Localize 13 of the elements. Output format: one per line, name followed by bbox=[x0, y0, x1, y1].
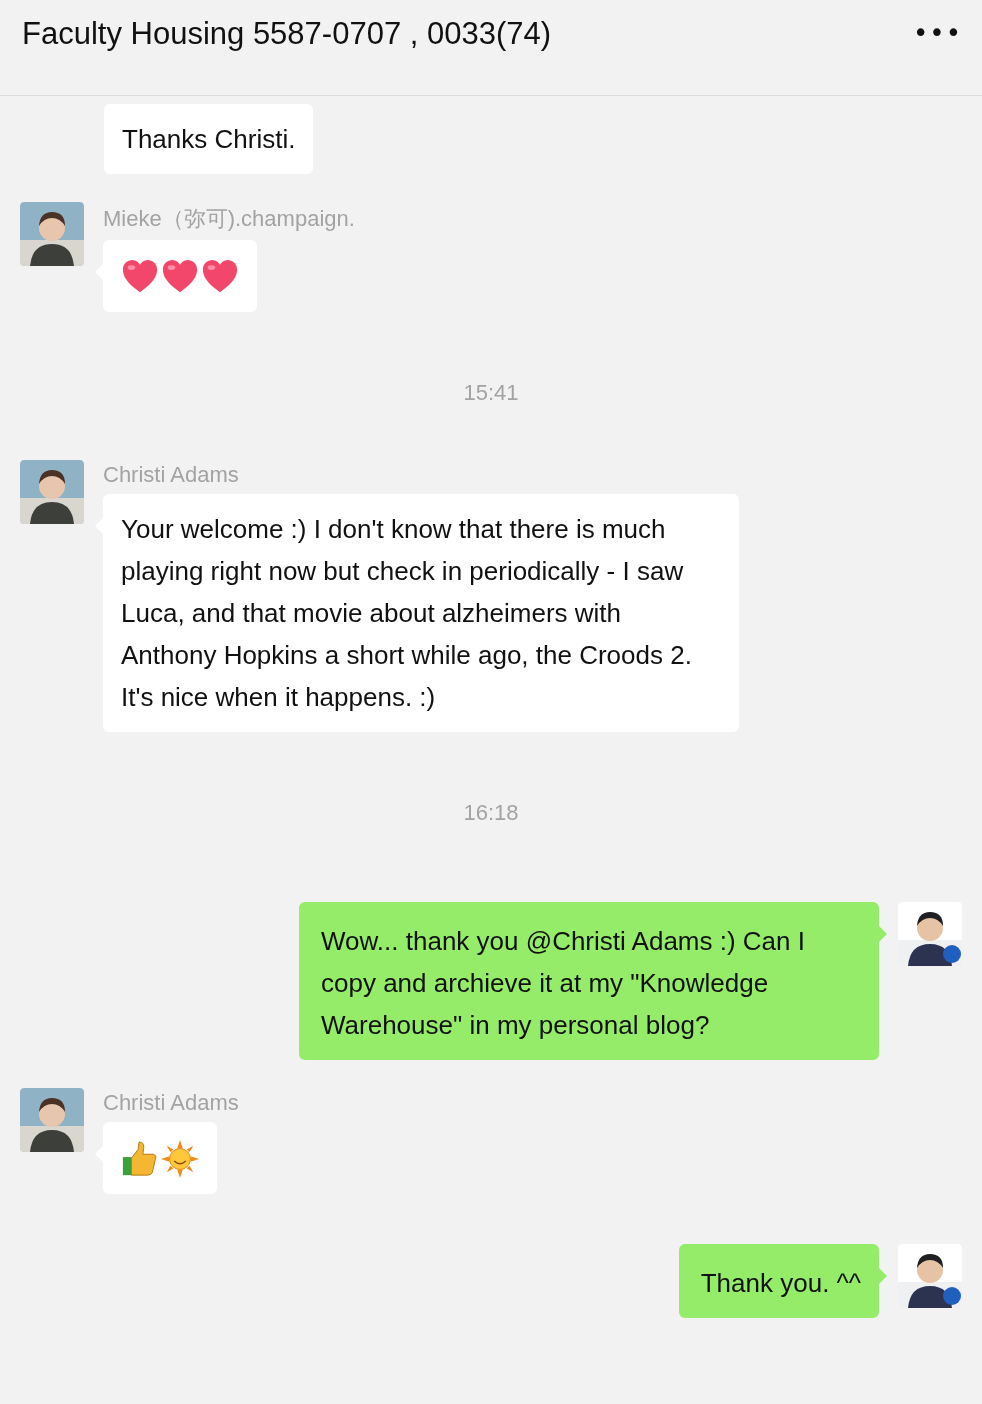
chat-title: Faculty Housing 5587-0707 , 0033(74) bbox=[22, 16, 552, 52]
message-bubble: Thanks Christi. bbox=[104, 104, 314, 174]
sender-name: Mieke（弥可).champaign. bbox=[103, 205, 355, 233]
message-bubble: Your welcome :) I don't know that there is much playing right now but check in periodically - I saw Luca, and that movie about alzheimers with Anthony Hopkins a short while ago, the Croods 2. It's nice when it happens. :) bbox=[103, 494, 739, 732]
message-bubble: Thank you. ^^ bbox=[678, 1244, 879, 1318]
more-menu-button[interactable]: ••• bbox=[913, 16, 962, 48]
sender-name: Christi Adams bbox=[103, 462, 239, 488]
thumbs-up-icon bbox=[121, 1140, 159, 1178]
sender-name: Christi Adams bbox=[103, 1090, 239, 1116]
timestamp: 15:41 bbox=[463, 380, 519, 406]
timestamp: 16:18 bbox=[463, 800, 519, 826]
sun-icon bbox=[161, 1140, 199, 1178]
message-bubble: Wow... thank you @Christi Adams :) Can I copy and archieve it at my "Knowledge Warehouse" in my personal blog? bbox=[299, 902, 879, 1060]
